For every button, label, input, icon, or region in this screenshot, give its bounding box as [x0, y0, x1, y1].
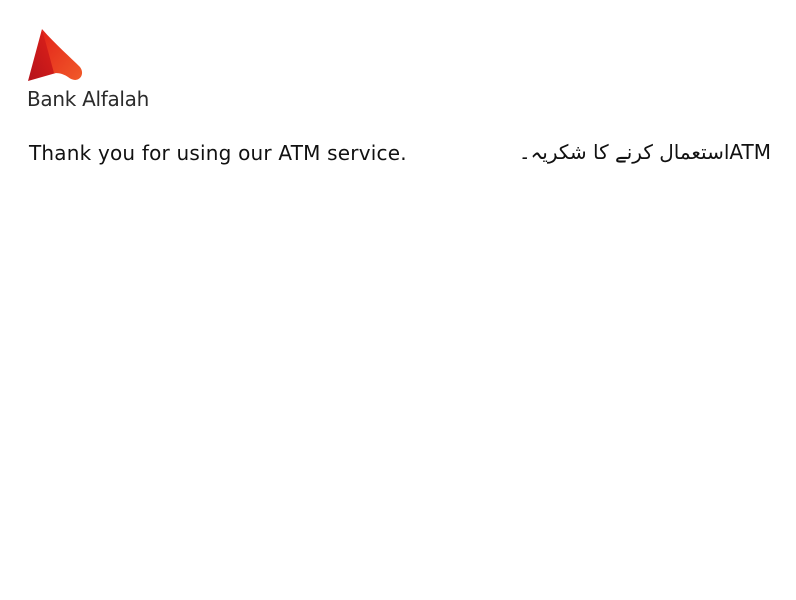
thank-you-message-urdu: ATMاستعمال کرنے کا شکریہ۔ [518, 140, 771, 164]
bank-name: Bank Alfalah [27, 87, 150, 111]
thank-you-message-english: Thank you for using our ATM service. [29, 141, 407, 165]
bank-logo: Bank Alfalah [26, 27, 176, 117]
bank-alfalah-logo-icon [28, 29, 83, 81]
